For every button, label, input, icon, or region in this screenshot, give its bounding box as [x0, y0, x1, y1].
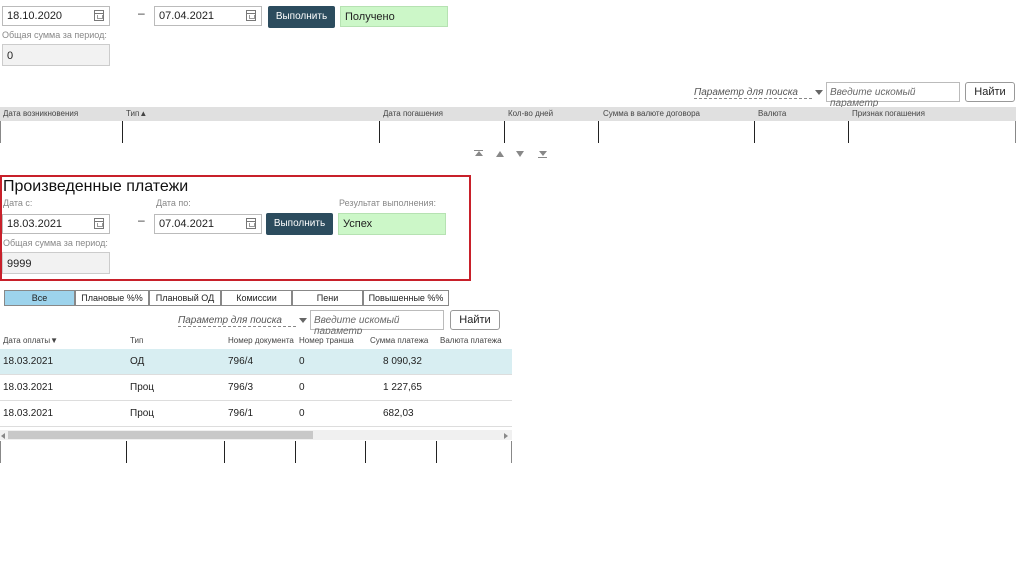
scroll-left-icon[interactable]: [1, 433, 5, 439]
date-range-dash: –: [138, 213, 145, 227]
payments-total-label: Общая сумма за период:: [3, 238, 108, 248]
cell-document-number: 796/3: [228, 382, 254, 393]
top-run-button[interactable]: Выполнить: [268, 6, 335, 28]
top-status-box: Получено: [340, 6, 448, 27]
col-type[interactable]: Тип: [130, 336, 143, 345]
col-days[interactable]: Кол-во дней: [508, 109, 553, 118]
payments-param-select[interactable]: Параметр для поиска: [178, 315, 296, 327]
calendar-icon[interactable]: [94, 10, 104, 21]
payments-column-divider: [126, 441, 127, 463]
last-page-bar: [538, 157, 547, 158]
pager: [474, 150, 554, 160]
top-date-from-value: 18.10.2020: [7, 10, 63, 22]
col-repay-date[interactable]: Дата погашения: [383, 109, 443, 118]
payments-run-button[interactable]: Выполнить: [266, 213, 333, 235]
tab-increased-percent[interactable]: Повышенные %%: [363, 290, 449, 306]
cell-amount: 1 227,65: [383, 382, 422, 393]
top-total-label: Общая сумма за период:: [2, 30, 107, 40]
payments-title: Произведенные платежи: [3, 178, 189, 195]
scroll-right-icon[interactable]: [504, 433, 508, 439]
payments-column-divider: [295, 441, 296, 463]
cell-amount: 8 090,32: [383, 356, 422, 367]
cell-document-number: 796/1: [228, 408, 254, 419]
payments-total-value: 9999: [2, 252, 110, 274]
col-tranche-number[interactable]: Номер транша: [299, 336, 354, 345]
col-document-number[interactable]: Номер документа: [228, 336, 294, 345]
calendar-icon[interactable]: [94, 218, 104, 229]
col-payment-amount[interactable]: Сумма платежа: [370, 336, 428, 345]
col-payment-currency[interactable]: Валюта платежа: [440, 336, 502, 345]
table-row[interactable]: 18.03.2021 Проц 796/1 0 682,03: [0, 401, 512, 427]
cell-amount: 682,03: [383, 408, 414, 419]
payments-table-left-border: [0, 441, 1, 463]
col-currency[interactable]: Валюта: [758, 109, 786, 118]
tab-commissions[interactable]: Комиссии: [221, 290, 292, 306]
payments-date-to-input[interactable]: 07.04.2021: [154, 214, 262, 234]
chevron-down-icon[interactable]: [815, 90, 823, 95]
top-column-divider: [598, 121, 599, 143]
chevron-down-icon[interactable]: [299, 318, 307, 323]
payments-table-header: Дата оплаты▼ Тип Номер документа Номер т…: [0, 334, 512, 348]
top-find-button[interactable]: Найти: [965, 82, 1015, 102]
cell-payment-date: 18.03.2021: [3, 356, 54, 367]
calendar-icon[interactable]: [246, 218, 256, 229]
top-search-input[interactable]: Введите искомый параметр: [826, 82, 960, 109]
tab-planned-principal[interactable]: Плановый ОД: [149, 290, 221, 306]
cell-type: Проц: [130, 382, 155, 393]
cell-tranche-number: 0: [299, 382, 305, 393]
top-table-left-border: [0, 121, 1, 143]
top-date-from-input[interactable]: 18.10.2020: [2, 6, 110, 26]
payments-result-label: Результат выполнения:: [339, 198, 436, 208]
col-payment-date[interactable]: Дата оплаты▼: [3, 336, 58, 345]
prev-page-icon[interactable]: [496, 151, 504, 157]
calendar-icon[interactable]: [246, 10, 256, 21]
payments-table-right-border: [511, 441, 512, 463]
top-total-value: 0: [2, 44, 110, 66]
top-date-to-input[interactable]: 07.04.2021: [154, 6, 262, 26]
scrollbar-thumb[interactable]: [8, 431, 313, 439]
payments-search-input[interactable]: Введите искомый параметр: [310, 310, 444, 337]
tab-penalties[interactable]: Пени: [292, 290, 363, 306]
top-table-right-border: [1015, 121, 1016, 143]
cell-tranche-number: 0: [299, 408, 305, 419]
date-range-dash: –: [138, 6, 145, 20]
cell-tranche-number: 0: [299, 356, 305, 367]
top-table-header: Дата возникновения Тип▲ Дата погашения К…: [0, 107, 1016, 121]
first-page-icon[interactable]: [475, 151, 483, 156]
cell-payment-date: 18.03.2021: [3, 382, 54, 393]
table-row[interactable]: 18.03.2021 ОД 796/4 0 8 090,32: [0, 349, 512, 375]
cell-document-number: 796/4: [228, 356, 254, 367]
top-column-divider: [504, 121, 505, 143]
payments-date-from-input[interactable]: 18.03.2021: [2, 214, 110, 234]
top-column-divider: [122, 121, 123, 143]
payments-find-button[interactable]: Найти: [450, 310, 500, 330]
top-column-divider: [848, 121, 849, 143]
table-row[interactable]: 18.03.2021 Проц 796/3 0 1 227,65: [0, 375, 512, 401]
payments-result-value: Успех: [338, 213, 446, 235]
cell-type: Проц: [130, 408, 155, 419]
last-page-icon[interactable]: [539, 151, 547, 156]
top-param-select[interactable]: Параметр для поиска: [694, 87, 812, 99]
payments-date-to-value: 07.04.2021: [159, 218, 215, 230]
tab-all[interactable]: Все: [4, 290, 75, 306]
horizontal-scrollbar[interactable]: [0, 430, 512, 440]
tab-planned-percent[interactable]: Плановые %%: [75, 290, 149, 306]
col-type[interactable]: Тип▲: [126, 109, 147, 118]
next-page-icon[interactable]: [516, 151, 524, 157]
payments-date-from-value: 18.03.2021: [7, 218, 63, 230]
top-column-divider: [379, 121, 380, 143]
payments-column-divider: [436, 441, 437, 463]
payments-column-divider: [224, 441, 225, 463]
col-amount-contract-currency[interactable]: Сумма в валюте договора: [603, 109, 700, 118]
payments-column-divider: [365, 441, 366, 463]
cell-type: ОД: [130, 356, 145, 367]
col-repay-flag[interactable]: Признак погашения: [852, 109, 925, 118]
col-occurrence-date[interactable]: Дата возникновения: [3, 109, 78, 118]
cell-payment-date: 18.03.2021: [3, 408, 54, 419]
top-column-divider: [754, 121, 755, 143]
top-date-to-value: 07.04.2021: [159, 10, 215, 22]
payments-date-from-label: Дата с:: [3, 198, 33, 208]
payments-date-to-label: Дата по:: [156, 198, 191, 208]
